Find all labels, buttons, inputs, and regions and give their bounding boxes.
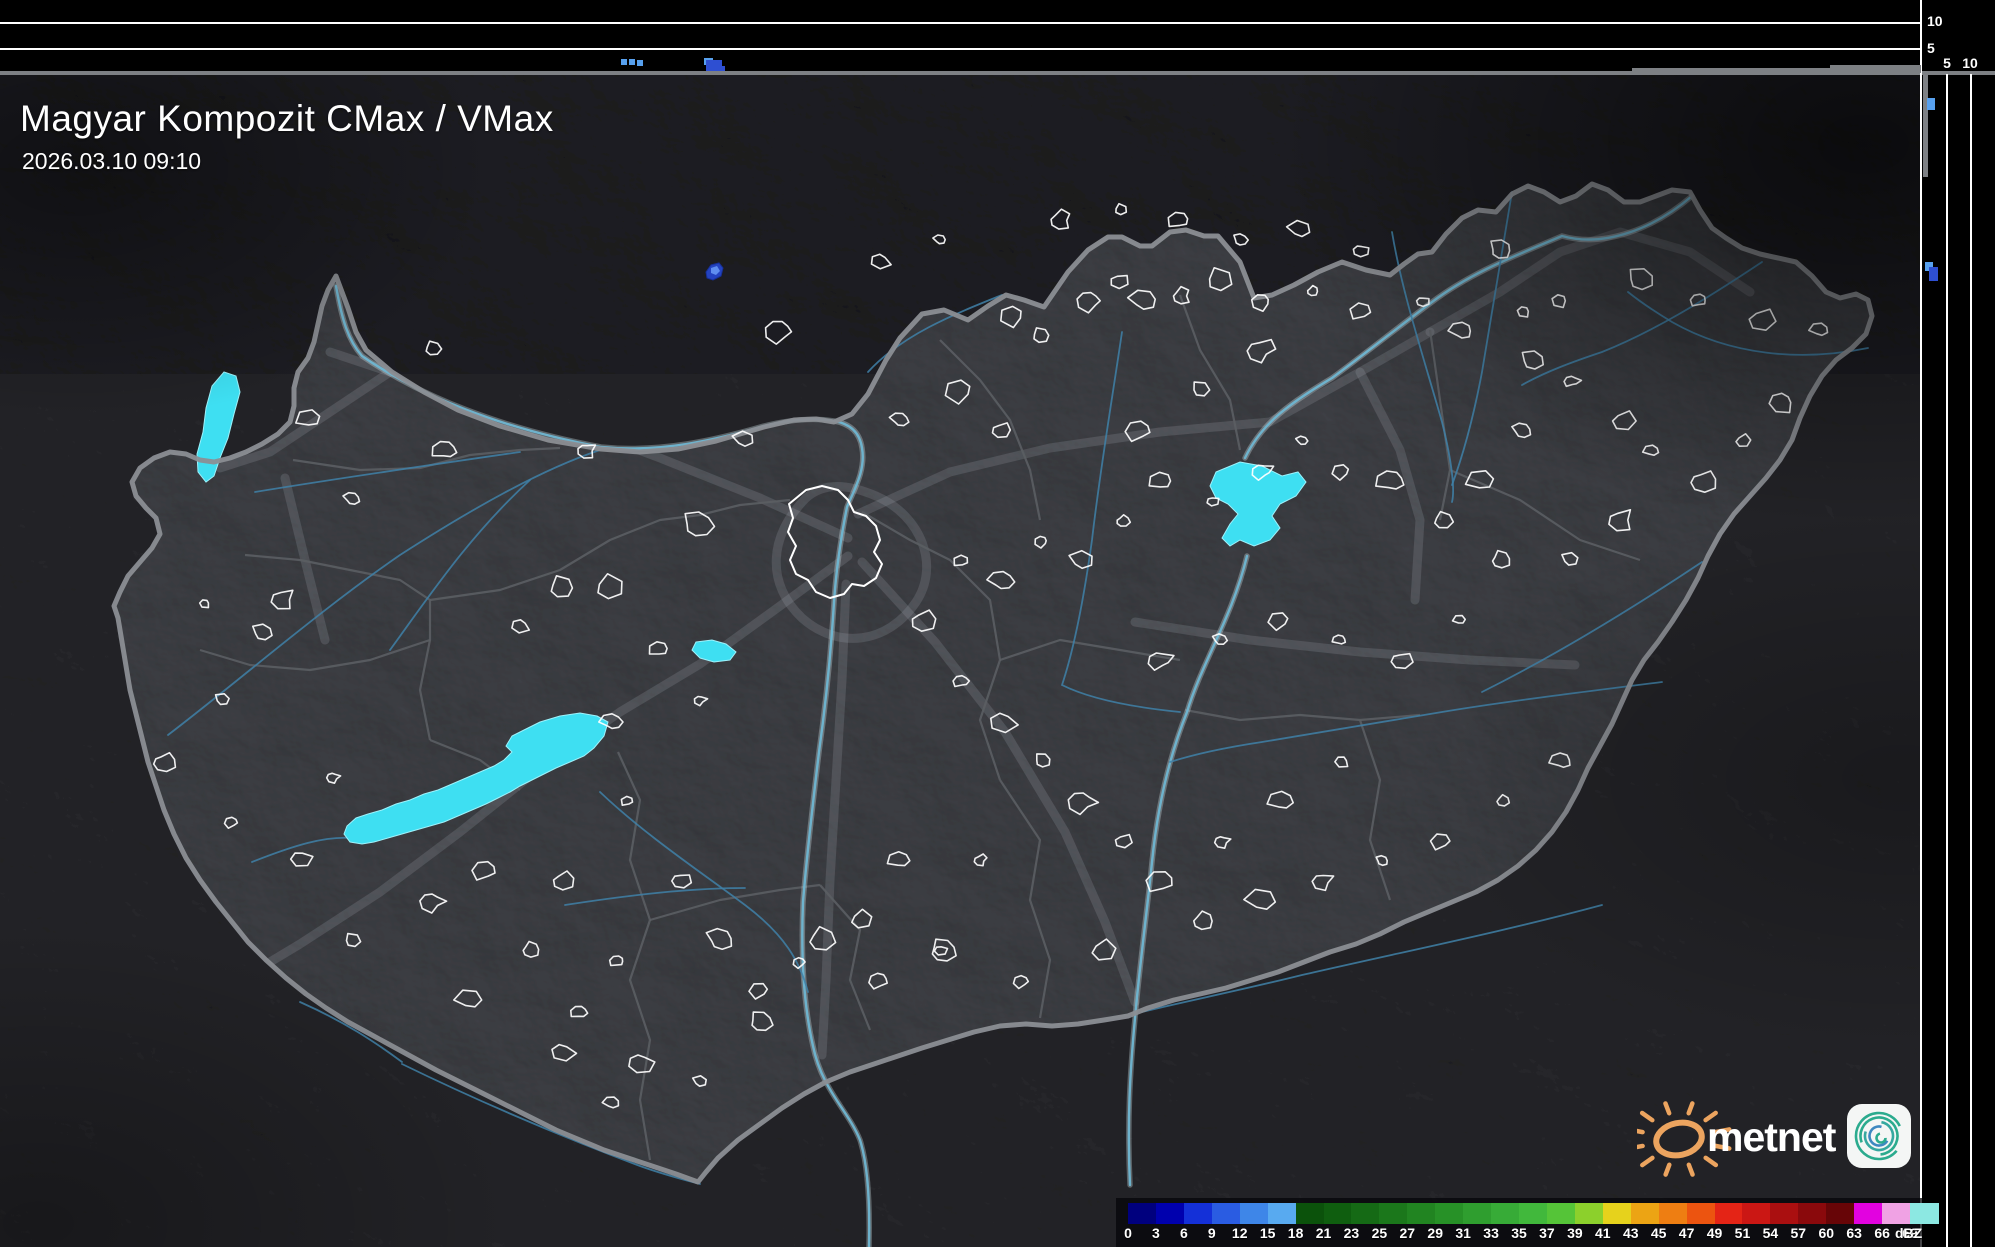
top-profile-axis-label: 10	[1927, 13, 1943, 29]
dbz-scale-cell	[1323, 1203, 1353, 1224]
dbz-scale-tick: 25	[1371, 1225, 1388, 1241]
dbz-scale-tick: 54	[1762, 1225, 1779, 1241]
top-profile-axis-label: 5	[1927, 40, 1935, 56]
dbz-scale-cell	[1602, 1203, 1632, 1224]
sun-ray	[1686, 1101, 1695, 1116]
dbz-scale-cell	[1686, 1203, 1716, 1224]
metnet-logo: metnet	[1626, 1098, 1917, 1184]
terrain-hillshade	[0, 74, 1921, 1247]
dbz-scale-cell	[1379, 1203, 1408, 1224]
right-profile-echo-mark	[1927, 98, 1935, 110]
dbz-scale-tick: 9	[1207, 1225, 1216, 1241]
dbz-scale-cell	[1546, 1203, 1576, 1224]
dbz-scale-cell	[1770, 1203, 1799, 1224]
dbz-scale-tick: 39	[1567, 1225, 1583, 1241]
sun-ray	[1663, 1162, 1672, 1177]
dbz-scale-cell	[1183, 1203, 1213, 1224]
top-profile-echo-mark	[637, 60, 643, 66]
dbz-scale-tick: 21	[1315, 1225, 1332, 1241]
dbz-scale-tick: 63	[1846, 1225, 1862, 1241]
dbz-scale-cell	[1519, 1203, 1548, 1224]
dbz-scale-tick: 45	[1650, 1225, 1667, 1241]
dbz-scale-tick: 27	[1399, 1225, 1416, 1241]
dbz-scale-cell	[1351, 1203, 1380, 1224]
dbz-scale-tick: 51	[1734, 1225, 1751, 1241]
map-right-edge-line	[1920, 0, 1922, 1247]
dbz-scale-tick: 6	[1179, 1225, 1188, 1241]
radar-viewer: 10 5 5 10 Magyar Kompozit CMax / VMax 2026.…	[0, 0, 1995, 1247]
dbz-scale-cell	[1491, 1203, 1520, 1224]
dbz-scale-tick: 18	[1287, 1225, 1304, 1241]
dbz-scale-tick: 0	[1124, 1225, 1132, 1241]
timestamp: 2026.03.10 09:10	[22, 148, 202, 174]
dbz-scale-cell	[1435, 1203, 1464, 1224]
sun-ray	[1626, 1143, 1645, 1151]
dbz-scale-tick: 66	[1874, 1225, 1890, 1241]
top-profile-strip	[0, 0, 1921, 72]
dbz-scale-tick: 49	[1706, 1225, 1723, 1241]
top-profile-coverage-bar	[1632, 68, 1830, 73]
dbz-scale-tick: 3	[1152, 1225, 1160, 1241]
top-profile-coverage-bar	[1830, 65, 1921, 73]
dbz-scale-cell	[1826, 1203, 1855, 1224]
dbz-scale-tick: 23	[1343, 1225, 1360, 1241]
dbz-scale-cell	[1658, 1203, 1688, 1224]
dbz-scale-cell	[1295, 1203, 1325, 1224]
right-profile-echo-mark	[1929, 267, 1938, 281]
dbz-scale-cell	[1742, 1203, 1771, 1224]
dbz-scale-tick: 37	[1539, 1225, 1555, 1241]
dbz-scale-tick: 57	[1790, 1225, 1807, 1241]
dbz-scale-tick: 15	[1259, 1225, 1276, 1241]
right-profile-axis-label: 5	[1943, 55, 1951, 71]
dbz-scale-tick: 12	[1231, 1225, 1248, 1241]
dbz-scale-cell	[1239, 1203, 1269, 1224]
dbz-scale-cell	[1463, 1203, 1492, 1224]
dbz-unit-label: dBZ	[1895, 1225, 1923, 1241]
dbz-scale-cell	[1910, 1203, 1939, 1224]
top-profile-gridline	[0, 22, 1921, 24]
top-profile-gridline	[0, 48, 1921, 50]
dbz-scale-cell	[1574, 1203, 1604, 1224]
logo-wordmark: metnet	[1707, 1114, 1836, 1160]
right-profile-axis-label: 10	[1962, 55, 1978, 71]
metnet-app-icon	[1847, 1104, 1911, 1168]
dbz-scale-tick: 60	[1818, 1225, 1835, 1241]
dbz-scale-cell	[1128, 1203, 1157, 1224]
dbz-scale-tick: 35	[1511, 1225, 1527, 1241]
top-profile-echo-mark	[629, 59, 635, 65]
dbz-scale-cell	[1267, 1203, 1297, 1224]
sun-ray	[1686, 1162, 1695, 1177]
dbz-scale-tick: 33	[1483, 1225, 1499, 1241]
dbz-scale-cell	[1854, 1203, 1883, 1224]
right-profile-gridline	[1970, 74, 1972, 1247]
dbz-scale-cell	[1798, 1203, 1827, 1224]
right-profile-gridline	[1946, 74, 1948, 1247]
dbz-scale-tick: 31	[1455, 1225, 1471, 1241]
dbz-color-scale: 0 3 6 9 12 15 18 21 23 25 27 29 31 33 35 37 39 41 43 45 47 49…	[1116, 1198, 1939, 1247]
page-title: Magyar Kompozit CMax / VMax	[20, 98, 554, 139]
dbz-scale-cell	[1630, 1203, 1660, 1224]
dbz-scale-cell	[1211, 1203, 1241, 1224]
sun-ray	[1640, 1155, 1655, 1168]
sun-ray	[1663, 1101, 1672, 1116]
dbz-scale-cell	[1155, 1203, 1185, 1224]
top-profile-echo-mark	[621, 59, 627, 65]
hungary-radar-map	[0, 74, 1921, 1247]
sun-ray	[1626, 1127, 1645, 1135]
dbz-scale-cell	[1714, 1203, 1744, 1224]
dbz-scale-tick: 29	[1427, 1225, 1444, 1241]
dbz-scale-tick: 43	[1622, 1225, 1639, 1241]
top-profile-echo-mark	[719, 66, 725, 71]
sun-ray	[1639, 1110, 1655, 1123]
dbz-scale-cell	[1882, 1203, 1911, 1224]
right-profile-coverage-bar	[1923, 74, 1928, 177]
dbz-scale-tick: 47	[1678, 1225, 1695, 1241]
dbz-scale-cell	[1407, 1203, 1436, 1224]
dbz-scale-tick: 41	[1595, 1225, 1611, 1241]
right-profile-strip	[1922, 0, 1995, 1247]
